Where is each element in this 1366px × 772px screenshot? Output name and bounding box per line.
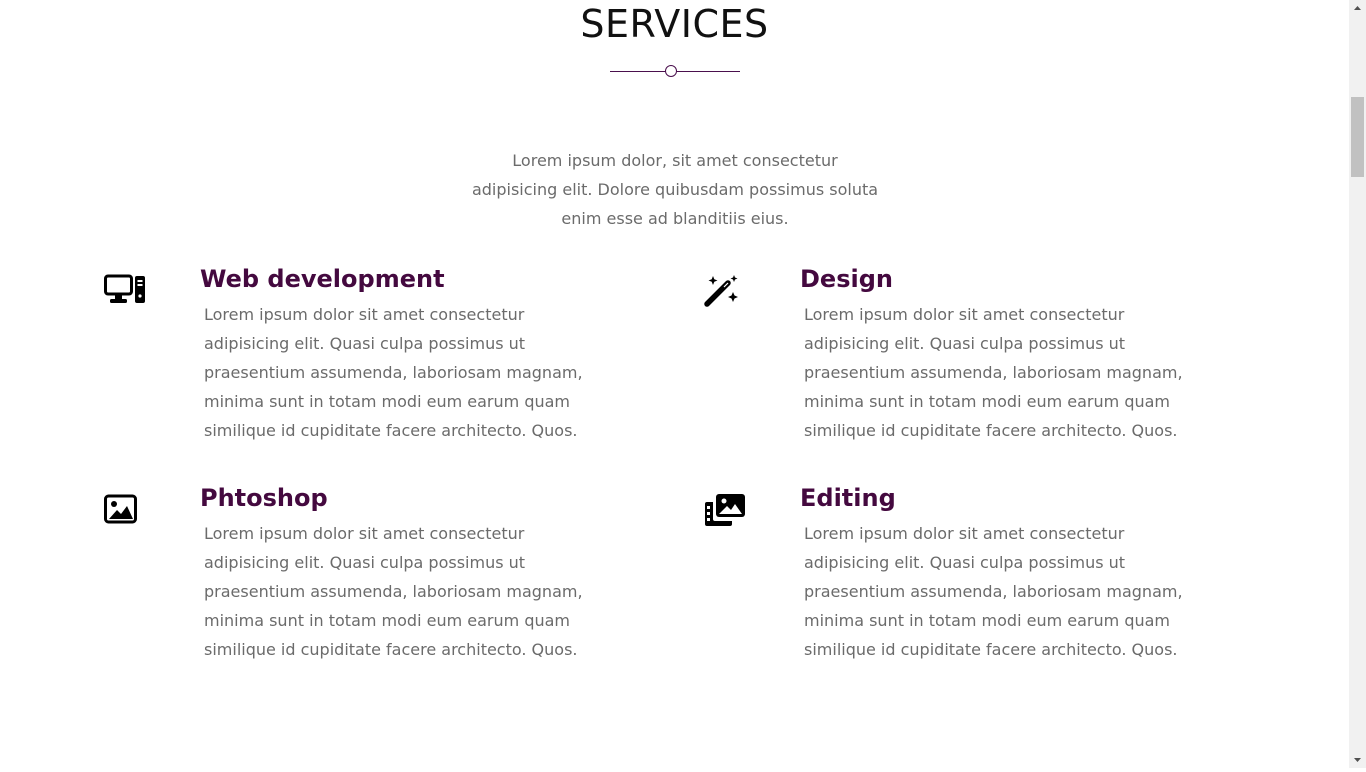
services-page: SERVICES Lorem ipsum dolor, sit amet con… (0, 0, 1349, 768)
service-description: Lorem ipsum dolor sit amet consectetur a… (204, 524, 583, 659)
service-title: Editing (800, 484, 896, 512)
scroll-down-arrow-icon[interactable] (1349, 751, 1366, 768)
section-title: SERVICES (580, 2, 769, 46)
scroll-up-arrow-icon[interactable] (1349, 0, 1366, 17)
service-title: Web development (200, 265, 445, 293)
service-description: Lorem ipsum dolor sit amet consectetur a… (204, 305, 583, 440)
service-description: Lorem ipsum dolor sit amet consectetur a… (804, 305, 1183, 440)
vertical-scrollbar[interactable] (1349, 0, 1366, 768)
service-description: Lorem ipsum dolor sit amet consectetur a… (804, 524, 1183, 659)
photo-film-icon (704, 493, 748, 529)
scrollbar-thumb[interactable] (1351, 97, 1364, 177)
section-intro: Lorem ipsum dolor, sit amet consectetur … (471, 151, 879, 228)
service-title: Design (800, 265, 893, 293)
desktop-computer-icon (104, 274, 148, 310)
title-divider (610, 65, 740, 77)
image-icon (104, 493, 148, 529)
service-title: Phtoshop (200, 484, 328, 512)
magic-wand-sparkles-icon (704, 274, 748, 310)
divider-dot (665, 65, 677, 77)
